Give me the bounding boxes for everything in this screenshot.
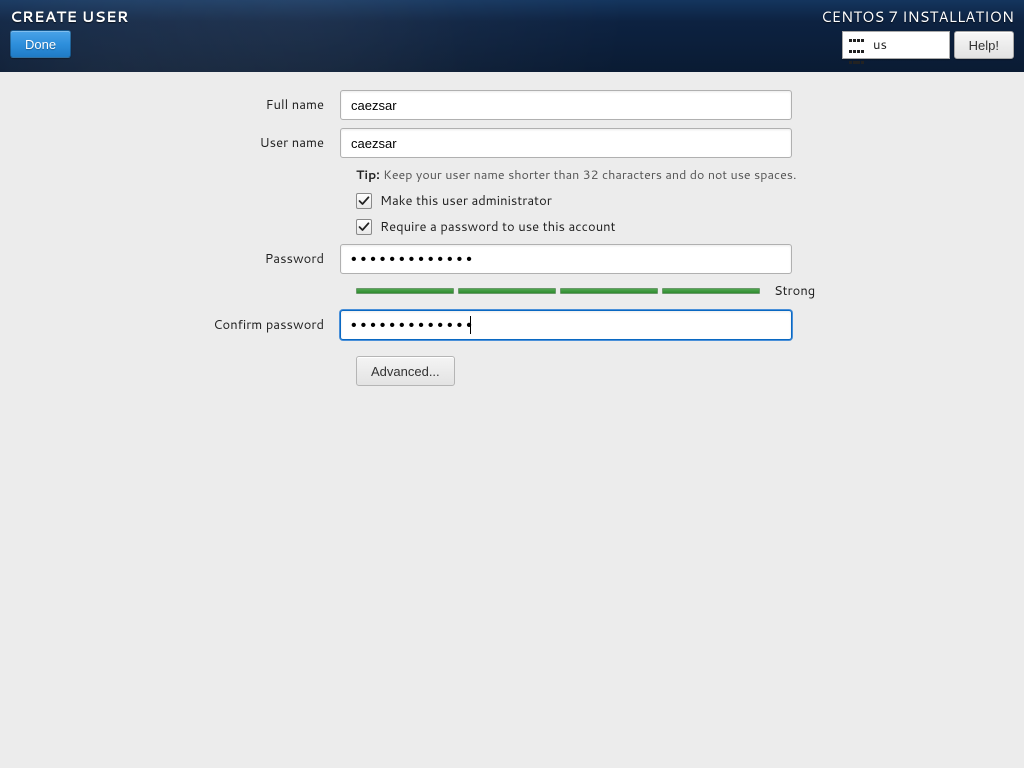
install-title: CENTOS 7 INSTALLATION: [821, 6, 1014, 27]
strength-bar-1: [356, 288, 454, 294]
keyboard-layout-selector[interactable]: us: [842, 31, 950, 59]
checkmark-icon: [358, 195, 370, 207]
password-label: Password: [0, 250, 340, 268]
password-strength-meter: Strong: [356, 282, 1024, 300]
form-container: Full name User name Tip: Keep your user …: [0, 72, 1024, 386]
strength-bar-2: [458, 288, 556, 294]
checkmark-icon: [358, 221, 370, 233]
username-tip: Tip: Keep your user name shorter than 32…: [356, 166, 1024, 184]
user-name-input[interactable]: [340, 128, 792, 158]
admin-checkbox[interactable]: [356, 193, 372, 209]
full-name-label: Full name: [0, 96, 340, 114]
strength-label: Strong: [774, 282, 815, 300]
confirm-password-input[interactable]: [340, 310, 792, 340]
text-caret: [470, 316, 471, 334]
keyboard-layout-label: us: [873, 36, 887, 54]
admin-checkbox-label: Make this user administrator: [380, 192, 552, 210]
tip-text: Keep your user name shorter than 32 char…: [380, 166, 797, 184]
header: CREATE USER CENTOS 7 INSTALLATION Done u…: [0, 0, 1024, 72]
require-password-checkbox[interactable]: [356, 219, 372, 235]
done-button[interactable]: Done: [10, 30, 71, 58]
require-password-label: Require a password to use this account: [380, 218, 616, 236]
tip-prefix: Tip:: [356, 166, 380, 184]
advanced-button[interactable]: Advanced...: [356, 356, 455, 386]
page-title: CREATE USER: [10, 6, 129, 27]
strength-bar-4: [662, 288, 760, 294]
user-name-label: User name: [0, 134, 340, 152]
keyboard-icon: [849, 39, 865, 51]
strength-bar-3: [560, 288, 658, 294]
help-button[interactable]: Help!: [954, 31, 1014, 59]
password-input[interactable]: [340, 244, 792, 274]
full-name-input[interactable]: [340, 90, 792, 120]
confirm-password-label: Confirm password: [0, 316, 340, 334]
